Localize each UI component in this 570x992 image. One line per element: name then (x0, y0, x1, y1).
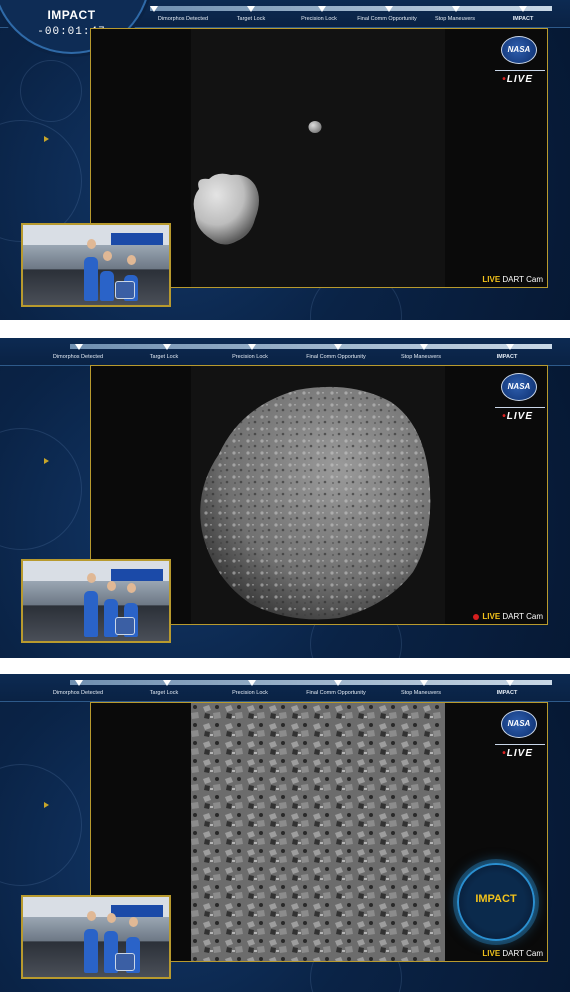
ticker-marker-icon (334, 344, 342, 350)
ticker-marker-icon (506, 680, 514, 686)
inset-person (84, 257, 98, 301)
recording-dot-icon (473, 613, 480, 620)
ticker-marker-icon (334, 680, 342, 686)
milestone-label: Final Comm Opportunity (357, 16, 417, 22)
ticker-marker-icon (318, 6, 326, 12)
live-indicator: •LIVE (502, 411, 533, 422)
ticker-marker-icon (385, 6, 393, 12)
milestone-label: Stop Maneuvers (400, 690, 442, 696)
live-indicator: •LIVE (502, 748, 533, 759)
ticker-marker-icon (150, 6, 158, 12)
ticker-marker-icon (247, 6, 255, 12)
ticker-marker-icon (248, 344, 256, 350)
logo-divider (495, 70, 545, 71)
milestone-label-impact: IMPACT (496, 354, 518, 360)
milestone-label: Dimorphos Detected (157, 16, 209, 22)
milestone-label-impact: IMPACT (512, 16, 534, 22)
broadcast-frame-3: Dimorphos Detected Target Lock Precision… (0, 674, 570, 992)
milestone-ticker: Dimorphos Detected Target Lock Precision… (0, 338, 570, 366)
milestone-label: Dimorphos Detected (52, 690, 104, 696)
inset-person (100, 271, 114, 301)
nasa-logo-icon: NASA (501, 710, 537, 738)
ticker-marker-icon (452, 6, 460, 12)
ticker-marker-icon (420, 680, 428, 686)
milestone-label: Precision Lock (232, 354, 268, 360)
ticker-marker-icon (163, 680, 171, 686)
inset-banner (111, 905, 163, 917)
milestone-label: Stop Maneuvers (400, 354, 442, 360)
ticker-progress-bar (150, 6, 552, 11)
jpl-logo-icon (115, 281, 135, 299)
mission-control-inset (21, 223, 171, 307)
inset-banner (111, 233, 163, 245)
jpl-logo-icon (115, 953, 135, 971)
dimorphos-asteroid (193, 173, 259, 245)
ticker-marker-icon (248, 680, 256, 686)
milestone-ticker: Dimorphos Detected Target Lock Precision… (0, 674, 570, 702)
milestone-label: Dimorphos Detected (52, 354, 104, 360)
inset-person (84, 929, 98, 973)
milestone-label: Precision Lock (232, 690, 268, 696)
ticker-marker-icon (75, 344, 83, 350)
didymos-asteroid (308, 121, 322, 133)
jpl-logo-icon (115, 617, 135, 635)
ticker-marker-icon (420, 344, 428, 350)
milestone-label: Target Lock (149, 690, 179, 696)
ticker-progress-bar (70, 680, 552, 685)
nasa-logo-icon: NASA (501, 373, 537, 401)
ticker-marker-icon (163, 344, 171, 350)
milestone-label: Final Comm Opportunity (306, 354, 366, 360)
inset-person (84, 591, 98, 637)
milestone-label: Target Lock (149, 354, 179, 360)
milestone-label: Precision Lock (301, 16, 337, 22)
nasa-logo-icon: NASA (501, 36, 537, 64)
milestone-label: Target Lock (236, 16, 266, 22)
mission-control-inset (21, 895, 171, 979)
mission-control-inset (21, 559, 171, 643)
camera-label: LIVE DART Cam (473, 612, 543, 621)
camera-label: LIVE DART Cam (482, 275, 543, 284)
ticker-progress-bar (70, 344, 552, 349)
broadcast-frame-1: Dimorphos Detected Target Lock Precision… (0, 0, 570, 320)
impact-badge: IMPACT (457, 863, 535, 941)
dimorphos-asteroid-closeup (200, 386, 431, 620)
ticker-marker-icon (519, 6, 527, 12)
ticker-marker-icon (506, 344, 514, 350)
milestone-label: Stop Maneuvers (434, 16, 476, 22)
camera-label: LIVE DART Cam (482, 949, 543, 958)
clock-title: IMPACT (47, 8, 96, 22)
milestone-label-impact: IMPACT (496, 690, 518, 696)
ticker-marker-icon (75, 680, 83, 686)
broadcast-frame-2: Dimorphos Detected Target Lock Precision… (0, 338, 570, 658)
inset-banner (111, 569, 163, 581)
milestone-label: Final Comm Opportunity (306, 690, 366, 696)
live-indicator: •LIVE (502, 74, 533, 85)
logo-divider (495, 407, 545, 408)
logo-divider (495, 744, 545, 745)
